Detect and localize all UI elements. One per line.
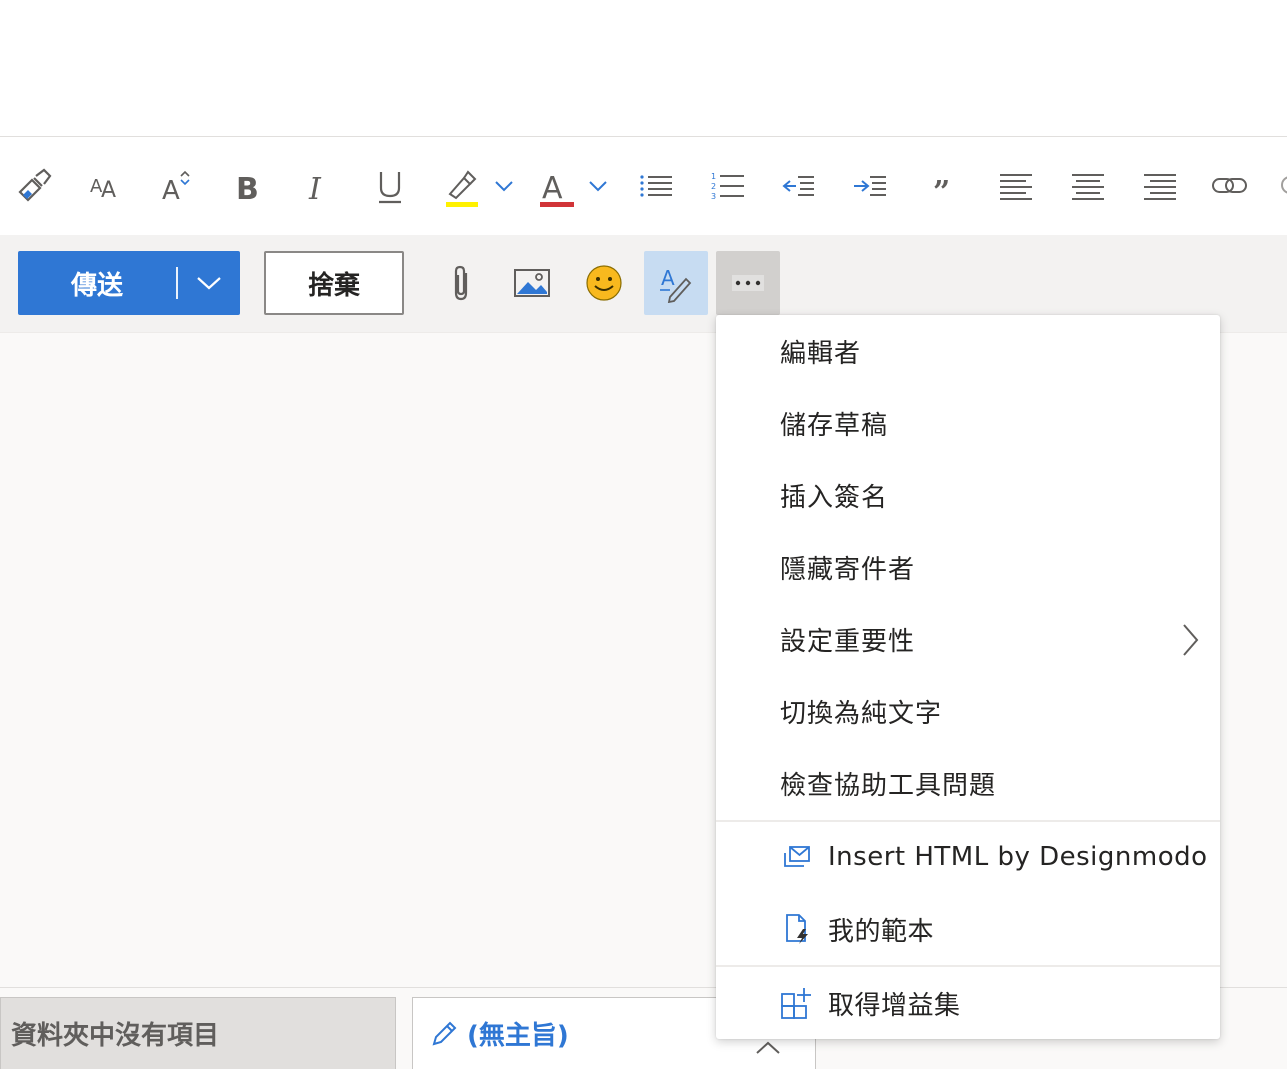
attach-paperclip-icon[interactable] [430,251,494,315]
align-center-icon[interactable] [1064,162,1112,210]
more-options-icon[interactable] [716,251,780,315]
svg-text:A: A [542,171,563,206]
menu-item-label: 插入簽名 [780,482,889,513]
numbering-icon[interactable]: 123 [704,162,752,210]
grow-font-icon[interactable]: A [150,162,198,210]
emoji-icon[interactable] [572,251,636,315]
formatting-toolbar: A A A B I A 1 2 3 ” [0,138,1287,235]
menu-item-switch-plain-text[interactable]: 切換為純文字 [716,675,1220,747]
align-left-icon[interactable] [992,162,1040,210]
editor-icon[interactable]: A [644,251,708,315]
svg-text:1: 1 [711,172,716,181]
menu-item-editor[interactable]: 編輯者 [716,315,1220,387]
font-color-icon[interactable]: A [536,162,616,210]
more-options-menu: 編輯者 儲存草稿 插入簽名 隱藏寄件者 設定重要性 切換為純文字 檢查協助工具問… [716,315,1220,1039]
send-button-divider [176,267,178,299]
underline-icon[interactable] [366,162,414,210]
menu-item-label: 取得增益集 [828,990,961,1021]
chevron-right-icon [1180,623,1200,664]
pencil-icon [429,1019,459,1049]
svg-text:3: 3 [711,192,716,201]
align-right-icon[interactable] [1136,162,1184,210]
svg-text:A: A [101,178,116,203]
menu-item-label: 設定重要性 [780,626,916,657]
bullets-icon[interactable] [632,162,680,210]
quote-icon[interactable]: ” [918,162,966,210]
send-options-chevron-icon[interactable] [178,275,240,291]
decrease-indent-icon[interactable] [774,162,822,210]
discard-button[interactable]: 捨棄 [264,251,404,315]
get-addins-grid-icon [780,986,814,1020]
link-icon[interactable] [1206,162,1254,210]
svg-text:I: I [308,172,322,206]
menu-item-label: 檢查協助工具問題 [780,770,997,801]
menu-item-save-draft[interactable]: 儲存草稿 [716,387,1220,459]
menu-item-label: 我的範本 [828,916,935,947]
template-icon [780,912,814,946]
svg-text:A: A [162,176,180,206]
menu-item-label: Insert HTML by Designmodo [828,842,1208,872]
menu-item-get-addins[interactable]: 取得增益集 [716,967,1220,1039]
menu-item-check-accessibility[interactable]: 檢查協助工具問題 [716,747,1220,819]
svg-text:2: 2 [711,182,716,191]
italic-icon[interactable]: I [294,162,342,210]
font-size-icon[interactable]: A A [80,162,128,210]
menu-item-label: 編輯者 [780,338,862,369]
svg-text:”: ” [933,175,950,206]
menu-item-label: 切換為純文字 [780,698,943,729]
insert-picture-icon[interactable] [500,251,564,315]
format-painter-icon[interactable] [10,162,58,210]
menu-item-label: 儲存草稿 [780,410,889,441]
menu-item-hide-from[interactable]: 隱藏寄件者 [716,531,1220,603]
bold-icon[interactable]: B [222,162,270,210]
send-button[interactable]: 傳送 [18,251,240,315]
more-format-icon[interactable] [1272,162,1287,210]
send-button-label: 傳送 [70,270,123,301]
window-top-area [0,0,1287,137]
menu-item-set-importance[interactable]: 設定重要性 [716,603,1220,675]
highlight-icon[interactable] [440,162,520,210]
menu-item-my-templates[interactable]: 我的範本 [716,893,1220,965]
folder-empty-label: 資料夾中沒有項目 [11,1021,220,1051]
svg-text:A: A [661,266,675,290]
mail-html-icon [780,840,814,874]
menu-item-label: 隱藏寄件者 [780,554,916,585]
menu-item-insert-html[interactable]: Insert HTML by Designmodo [716,821,1220,893]
folder-empty-tab[interactable]: 資料夾中沒有項目 [0,997,396,1069]
increase-indent-icon[interactable] [846,162,894,210]
svg-text:B: B [236,172,259,206]
menu-item-insert-signature[interactable]: 插入簽名 [716,459,1220,531]
draft-tab-label: (無主旨) [467,1021,569,1051]
